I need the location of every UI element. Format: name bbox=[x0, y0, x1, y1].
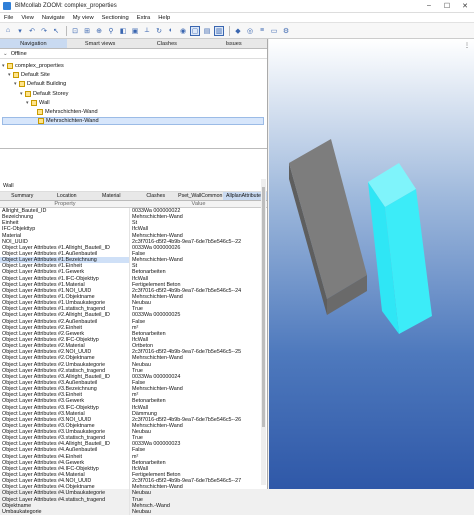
camera-icon[interactable]: ▭ bbox=[269, 26, 279, 36]
scrollbar-thumb[interactable] bbox=[262, 187, 265, 427]
property-scrollbar[interactable] bbox=[261, 179, 266, 485]
site-icon bbox=[13, 72, 19, 79]
property-tab[interactable]: Material bbox=[89, 192, 134, 200]
tree-node-label: Wall bbox=[39, 99, 50, 106]
color-icon[interactable]: ◆ bbox=[233, 26, 243, 36]
property-name: Umbaukategorie bbox=[0, 508, 130, 515]
isolate-icon[interactable]: ◉ bbox=[178, 26, 188, 36]
tree-node-label: complex_properties bbox=[15, 63, 64, 69]
rotate-icon[interactable]: ↻ bbox=[154, 26, 164, 36]
maximize-button[interactable]: ☐ bbox=[438, 2, 456, 10]
open-icon[interactable]: ⌂ bbox=[3, 26, 13, 36]
redo-icon[interactable]: ↷ bbox=[39, 26, 49, 36]
toolbar-separator bbox=[229, 25, 230, 36]
eye-icon[interactable]: ◎ bbox=[245, 26, 255, 36]
building-icon bbox=[19, 81, 25, 88]
panel-icon[interactable]: ▤ bbox=[202, 26, 212, 36]
wall-icon bbox=[37, 109, 43, 115]
close-button[interactable]: ✕ bbox=[456, 2, 474, 10]
tree-node[interactable]: ▾ Wall bbox=[26, 99, 50, 107]
zoom-icon[interactable]: ⊕ bbox=[94, 26, 104, 36]
dropdown-icon[interactable]: ▾ bbox=[15, 26, 25, 36]
property-value: Neubau bbox=[132, 508, 151, 515]
tree-node-label: Default Site bbox=[21, 72, 50, 79]
nav-tab[interactable]: Issues bbox=[200, 39, 267, 48]
navigation-tabs: Navigation Smart views Clashes Issues bbox=[0, 39, 267, 49]
wall-icon bbox=[38, 118, 44, 125]
undo-icon[interactable]: ↶ bbox=[27, 26, 37, 36]
3d-scene bbox=[289, 139, 432, 334]
toolbar-separator bbox=[66, 25, 67, 36]
nav-tab[interactable]: Clashes bbox=[134, 39, 201, 48]
model-tree: ▾ complex_properties ▾ Default Site ▾ Default… bbox=[0, 59, 267, 149]
menu-item[interactable]: View bbox=[17, 15, 37, 21]
folder-icon bbox=[31, 99, 37, 106]
minimize-button[interactable]: – bbox=[420, 2, 438, 10]
chevron-down-icon[interactable]: ⌄ bbox=[3, 49, 8, 59]
fit-icon[interactable]: ⊞ bbox=[82, 26, 92, 36]
offline-section[interactable]: ⌄ Offline bbox=[0, 49, 267, 59]
property-tab[interactable]: Pset_WallCommon bbox=[178, 192, 223, 200]
measure-icon[interactable]: ⟂ bbox=[142, 26, 152, 36]
nav-tab[interactable]: Navigation bbox=[0, 39, 67, 48]
tree-node[interactable]: ▾ Default Storey bbox=[20, 90, 68, 98]
tree-node[interactable]: Mehrschichten-Wand bbox=[32, 108, 98, 116]
menu-item[interactable]: File bbox=[0, 15, 17, 21]
left-panel: Navigation Smart views Clashes Issues ⌄ Off… bbox=[0, 39, 268, 515]
tree-node[interactable]: ▾ complex_properties bbox=[2, 62, 64, 70]
menu-item[interactable]: My view bbox=[69, 15, 98, 21]
tree-node[interactable]: Mehrschichten-Wand bbox=[2, 117, 264, 126]
selection-header: Wall bbox=[0, 181, 267, 192]
property-column-header[interactable]: Property bbox=[0, 201, 130, 207]
pointer-icon[interactable]: ↖ bbox=[51, 26, 61, 36]
section-icon[interactable]: ◧ bbox=[118, 26, 128, 36]
home-icon[interactable]: ⊡ bbox=[70, 26, 80, 36]
property-tabs: Summary Location Material Clashes Pset_WallC… bbox=[0, 192, 267, 201]
property-tab[interactable]: Location bbox=[45, 192, 90, 200]
property-tab[interactable]: Summary bbox=[0, 192, 45, 200]
value-column-header[interactable]: Value bbox=[130, 201, 267, 207]
menu-bar: File View Navigate My view Sectioning Extra He… bbox=[0, 13, 474, 23]
tree-node-label: Mehrschichten-Wand bbox=[45, 109, 98, 115]
toolbar: ⌂ ▾ ↶ ↷ ↖ ⊡ ⊞ ⊕ ⚲ ◧ ▣ ⟂ ↻ ◐ ◉ ▢ ▤ ▥ ◆ ◎ … bbox=[0, 23, 474, 39]
property-tab[interactable]: Clashes bbox=[134, 192, 179, 200]
column-header: Property Value bbox=[0, 201, 267, 208]
3d-viewport[interactable]: ⋮ bbox=[269, 39, 474, 489]
walk-icon[interactable]: ⚲ bbox=[106, 26, 116, 36]
layers-icon[interactable]: ≡ bbox=[257, 26, 267, 36]
menu-item[interactable]: Help bbox=[154, 15, 174, 21]
tree-node-label: Default Building bbox=[27, 81, 67, 88]
window-title: BIMcollab ZOOM: complex_properties bbox=[15, 3, 117, 9]
tree-node-label: Default Storey bbox=[33, 90, 69, 97]
app-icon bbox=[3, 2, 11, 10]
nav-tab[interactable]: Smart views bbox=[67, 39, 134, 48]
table-row[interactable]: Umbaukategorie Neubau bbox=[0, 508, 267, 515]
title-bar: BIMcollab ZOOM: complex_properties – ☐ ✕ bbox=[0, 0, 474, 13]
file-icon bbox=[7, 63, 13, 69]
storey-icon bbox=[25, 90, 31, 97]
property-table: Allright_Bauteil_ID 0033Wa 000000022 Bezei… bbox=[0, 208, 267, 515]
view-cube-icon[interactable]: ▢ bbox=[190, 25, 200, 36]
menu-item[interactable]: Sectioning bbox=[98, 15, 133, 21]
tree-node-label: Mehrschichten-Wand bbox=[46, 118, 99, 125]
tree-node[interactable]: ▾ Default Site bbox=[8, 71, 50, 79]
menu-item[interactable]: Extra bbox=[133, 15, 155, 21]
menu-item[interactable]: Navigate bbox=[38, 15, 69, 21]
tree-node[interactable]: ▾ Default Building bbox=[14, 80, 66, 88]
hide-icon[interactable]: ◐ bbox=[166, 26, 176, 36]
offline-label: Offline bbox=[10, 50, 27, 57]
settings-icon[interactable]: ⚙ bbox=[281, 26, 291, 36]
properties-icon[interactable]: ▥ bbox=[214, 25, 224, 36]
box-icon[interactable]: ▣ bbox=[130, 26, 140, 36]
